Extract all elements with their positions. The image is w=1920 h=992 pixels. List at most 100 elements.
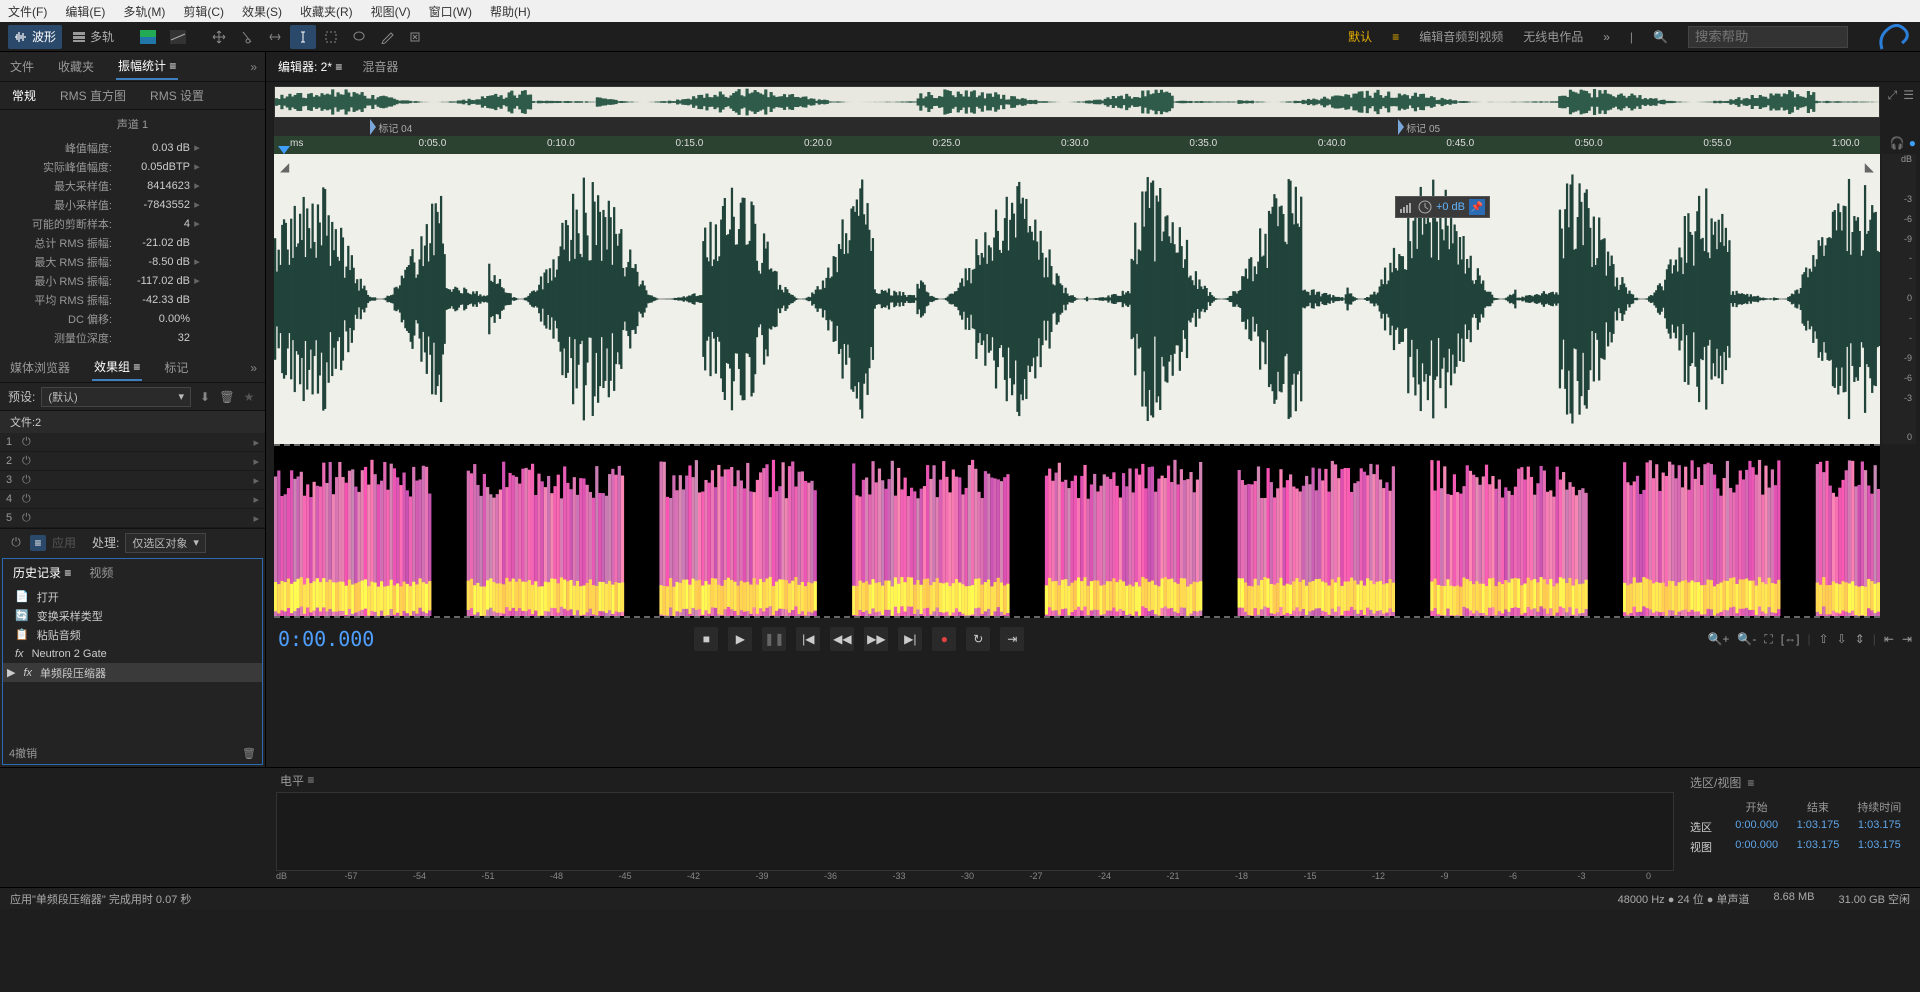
tool-heal[interactable] [402,25,428,49]
tab-media-browser[interactable]: 媒体浏览器 [8,355,72,380]
zoom-full-button[interactable]: ⛶ [1764,632,1772,647]
loop-button[interactable]: ↻ [966,627,990,651]
zoom-in-amp-button[interactable]: ⇧ [1819,632,1829,647]
play-button[interactable]: ▶ [728,627,752,651]
history-item[interactable]: 📋粘贴音频 [3,625,262,644]
history-item[interactable]: fxNeutron 2 Gate [3,644,262,663]
menu-multitrack[interactable]: 多轨(M) [123,3,165,20]
stats-tab-rms-hist[interactable]: RMS 直方图 [60,87,126,104]
workspace-radio[interactable]: 无线电作品 [1523,28,1583,45]
tab-mixer[interactable]: 混音器 [362,58,398,75]
fx-power-icon[interactable]: ⏻ [8,535,24,551]
tool-marquee[interactable] [318,25,344,49]
zoom-list-icon[interactable]: ☰ [1903,88,1914,103]
fold-top-icon[interactable]: ◢ [280,160,289,174]
playhead-icon[interactable] [278,146,290,154]
spectral-pitch-button[interactable] [164,25,192,49]
skip-button[interactable]: ⇥ [1000,627,1024,651]
tab-files[interactable]: 文件 [8,54,36,79]
undo-count: 4撤销 [9,745,37,761]
tool-razor[interactable] [234,25,260,49]
zoom-nav-icon[interactable]: ⤢ [1888,88,1898,103]
stats-tab-general[interactable]: 常规 [12,87,36,104]
menu-window[interactable]: 窗口(W) [429,3,472,20]
menu-effects[interactable]: 效果(S) [242,3,282,20]
menu-favorites[interactable]: 收藏夹(R) [300,3,353,20]
menu-help[interactable]: 帮助(H) [490,3,531,20]
zoom-amp-full-button[interactable]: ⇕ [1855,632,1865,647]
stats-tab-rms-settings[interactable]: RMS 设置 [150,87,204,104]
fx-slot[interactable]: 5⏻▸ [0,509,265,528]
tab-history[interactable]: 历史记录 ≡ [13,564,71,581]
zoom-sel-button[interactable]: [⇔] [1781,632,1800,647]
history-item[interactable]: ▶fx单频段压缩器 [3,663,262,682]
time-tick: 0:50.0 [1575,138,1603,149]
marker[interactable]: 标记 05 [1398,118,1440,136]
hud-overlay[interactable]: +0 dB 📌 [1395,196,1490,218]
save-preset-icon[interactable]: ⬇ [197,389,213,405]
timecode-display[interactable]: 0:00.000 [278,627,374,651]
tab-video[interactable]: 视频 [89,564,113,581]
level-meter[interactable] [276,792,1674,871]
tab-markers[interactable]: 标记 [162,355,190,380]
fx-slot[interactable]: 3⏻▸ [0,471,265,490]
fx-target-dropdown[interactable]: 仅选区对象▾ [125,533,206,553]
history-trash-icon[interactable]: 🗑 [242,747,256,760]
spectrogram[interactable]: Hz10k6k4k2k1k [274,444,1880,618]
marker[interactable]: 标记 04 [370,118,412,136]
panel-more-icon[interactable]: » [250,361,257,375]
time-ruler[interactable]: ms0:05.00:10.00:15.00:20.00:25.00:30.00:… [274,136,1880,154]
tool-slip[interactable] [262,25,288,49]
fx-slot[interactable]: 4⏻▸ [0,490,265,509]
favorite-icon[interactable]: ★ [241,389,257,405]
channel-right-icon[interactable]: ● [1909,136,1916,150]
workspace-default[interactable]: 默认 [1348,28,1372,45]
history-item[interactable]: 🔄变换采样类型 [3,606,262,625]
delete-preset-icon[interactable]: 🗑 [219,389,235,405]
fold-top-right-icon[interactable]: ◣ [1865,160,1874,174]
main-waveform[interactable]: 🎧 ● dB-3-6-9--0---9-6-30 +0 dB 📌 ◢ ◣ [274,154,1880,444]
workspace-menu-icon[interactable]: ≡ [1392,30,1399,44]
workspace-video[interactable]: 编辑音频到视频 [1419,28,1503,45]
tab-amplitude-stats[interactable]: 振幅统计 ≡ [116,53,178,80]
view-waveform-button[interactable]: 波形 [8,25,62,49]
zoom-time-in-button[interactable]: ⇤ [1884,632,1894,647]
preset-dropdown[interactable]: (默认)▾ [41,387,191,407]
fx-slot[interactable]: 2⏻▸ [0,452,265,471]
fx-mix-icon[interactable]: ≡ [30,535,46,551]
menu-view[interactable]: 视图(V) [371,3,411,20]
stats-row: 最大 RMS 振幅:-8.50 dB▸ [10,252,255,271]
menu-file[interactable]: 文件(F) [8,3,47,20]
stop-button[interactable]: ■ [694,627,718,651]
fx-slot[interactable]: 1⏻▸ [0,433,265,452]
tool-brush[interactable] [374,25,400,49]
view-multitrack-button[interactable]: 多轨 [66,25,120,49]
tool-time-select[interactable] [290,25,316,49]
rewind-button[interactable]: ◀◀ [830,627,854,651]
workspace-more[interactable]: » [1603,30,1610,44]
tab-editor[interactable]: 编辑器: 2* ≡ [278,58,342,75]
zoom-time-out-button[interactable]: ⇥ [1902,632,1912,647]
tool-lasso[interactable] [346,25,372,49]
menu-edit[interactable]: 编辑(E) [65,3,105,20]
spectral-freq-button[interactable] [134,25,162,49]
channel-left-icon[interactable]: 🎧 [1890,136,1905,150]
zoom-out-button[interactable]: 🔍- [1737,632,1756,647]
tab-effects-rack[interactable]: 效果组 ≡ [92,354,142,381]
pause-button[interactable]: ❚❚ [762,627,786,651]
tool-move[interactable] [206,25,232,49]
zoom-out-amp-button[interactable]: ⇩ [1837,632,1847,647]
tab-favorites[interactable]: 收藏夹 [56,54,96,79]
zoom-in-button[interactable]: 🔍+ [1707,632,1729,647]
history-item[interactable]: 📄打开 [3,587,262,606]
hud-pin-icon[interactable]: 📌 [1469,199,1485,215]
panel-more-icon[interactable]: » [250,60,257,74]
record-button[interactable]: ● [932,627,956,651]
menu-clip[interactable]: 剪辑(C) [183,3,224,20]
forward-button[interactable]: ▶▶ [864,627,888,651]
overview-waveform[interactable] [274,86,1880,118]
next-button[interactable]: ▶| [898,627,922,651]
marker-track[interactable]: 标记 04 标记 05 [274,118,1880,136]
search-input[interactable] [1688,26,1848,48]
prev-button[interactable]: |◀ [796,627,820,651]
